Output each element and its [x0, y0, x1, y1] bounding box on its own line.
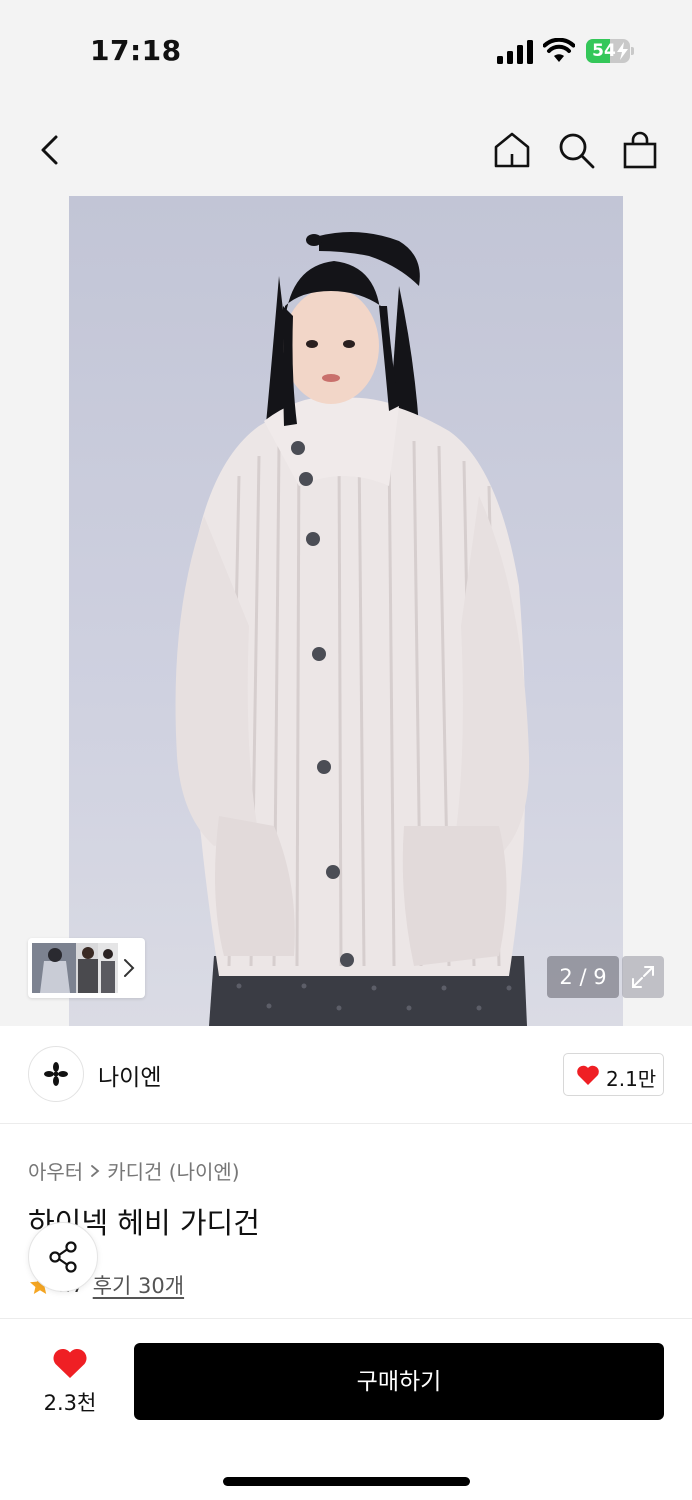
- brand-logo[interactable]: [28, 1046, 84, 1102]
- share-icon: [49, 1241, 77, 1273]
- charging-bolt-icon: [617, 42, 628, 60]
- home-indicator: [223, 1477, 470, 1486]
- breadcrumb: 아우터 카디건 (나이엔): [28, 1156, 240, 1185]
- buy-button[interactable]: 구매하기: [134, 1343, 664, 1420]
- back-button[interactable]: [28, 128, 72, 172]
- expand-button[interactable]: [622, 956, 664, 998]
- nav-bar: [0, 100, 692, 196]
- status-time: 17:18: [90, 34, 182, 67]
- cart-button[interactable]: [618, 128, 662, 172]
- heart-icon: [577, 1065, 599, 1085]
- home-button[interactable]: [490, 128, 534, 172]
- breadcrumb-category[interactable]: 아우터: [28, 1156, 83, 1185]
- thumbnail-1[interactable]: [32, 943, 78, 993]
- review-link[interactable]: 후기 30개: [93, 1270, 184, 1300]
- status-bar: 17:18 54: [0, 0, 692, 100]
- home-icon: [494, 132, 530, 168]
- expand-icon: [632, 966, 654, 988]
- product-photo[interactable]: [69, 196, 623, 1026]
- cellular-signal-icon: [497, 40, 533, 64]
- search-icon: [559, 133, 595, 169]
- product-like-count: 2.3천: [43, 1391, 97, 1415]
- shopping-bag-icon: [623, 131, 657, 169]
- product-like-button[interactable]: 2.3천: [30, 1345, 110, 1419]
- breadcrumb-subcategory[interactable]: 카디건 (나이엔): [107, 1156, 239, 1185]
- brand-name[interactable]: 나이엔: [98, 1058, 161, 1092]
- thumbnail-3[interactable]: [98, 943, 118, 993]
- chevron-right-icon: [91, 1164, 100, 1177]
- image-counter: 2 / 9: [547, 956, 619, 998]
- brand-like-button[interactable]: 2.1만: [563, 1053, 664, 1096]
- battery-indicator: 54: [586, 39, 634, 63]
- search-button[interactable]: [554, 128, 598, 172]
- thumbnail-strip[interactable]: [28, 938, 145, 998]
- brand-row: 나이엔 2.1만: [0, 1026, 692, 1124]
- wifi-icon: [543, 38, 575, 62]
- heart-icon: [53, 1348, 87, 1378]
- brand-like-count: 2.1만: [606, 1067, 657, 1091]
- thumbnail-2[interactable]: [76, 943, 100, 993]
- back-icon: [41, 135, 58, 165]
- model-illustration: [175, 232, 530, 1026]
- share-button[interactable]: [28, 1222, 98, 1292]
- brand-logo-icon: [44, 1062, 68, 1086]
- product-gallery[interactable]: 2 / 9: [0, 196, 692, 1026]
- bottom-action-bar: 2.3천 구매하기: [0, 1318, 692, 1500]
- chevron-right-icon[interactable]: [122, 956, 136, 980]
